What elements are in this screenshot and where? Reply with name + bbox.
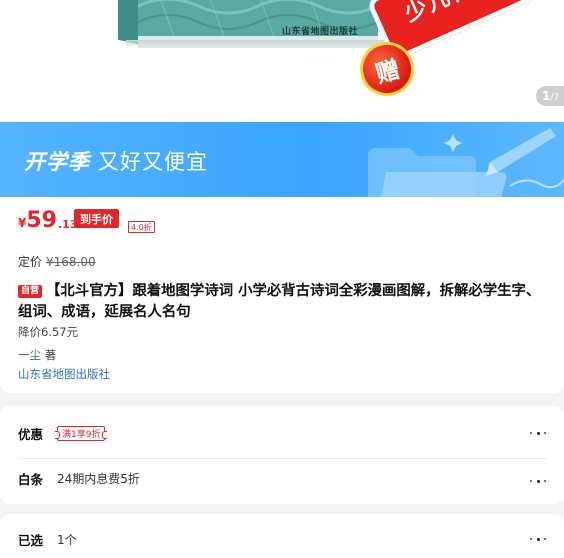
more-icon[interactable] — [530, 533, 546, 545]
list-price-label: 定价 — [18, 255, 43, 269]
selected-spec-card: 已选 1个 — [0, 514, 564, 558]
book-shadow — [126, 40, 388, 48]
promo-row-label: 优惠 — [18, 426, 44, 442]
author-line: 一尘 著 — [18, 347, 56, 363]
product-info-card: ¥ 59 .13 到手价 4.0折 定价 ¥168.00 自营 【北斗官方】跟着地图… — [0, 197, 564, 393]
more-icon[interactable] — [530, 475, 546, 487]
self-operated-badge: 自营 — [18, 285, 43, 298]
book-box-side — [118, 0, 138, 44]
image-counter: 1 /7 — [536, 86, 564, 106]
selected-row-label: 已选 — [18, 532, 44, 548]
baitiao-row[interactable]: 白条 24期内息费5折 — [18, 468, 546, 488]
image-counter-total: /7 — [550, 92, 560, 103]
image-counter-current: 1 — [542, 89, 551, 103]
selected-row[interactable]: 已选 1个 — [18, 529, 546, 549]
book-publisher-strip: 山东省地图出版社 — [282, 27, 359, 37]
product-image-carousel[interactable]: 山东省地图出版社 少儿百方图 赠 1 /7 — [0, 0, 564, 122]
coupon-badge: 满1享9折 — [54, 425, 108, 441]
gift-seal-text: 赠 — [372, 54, 404, 89]
selected-row-value: 1个 — [57, 532, 77, 547]
price-currency: ¥ — [18, 216, 27, 230]
row-divider — [18, 458, 546, 459]
product-title: 自营 【北斗官方】跟着地图学诗词 小学必背古诗词全彩漫画图解，拆解必学生字、组词、… — [18, 281, 554, 323]
promo-row[interactable]: 优惠 满1享9折 — [18, 423, 546, 443]
author-link[interactable]: 一尘 — [18, 348, 41, 362]
baitiao-row-label: 白条 — [18, 471, 44, 487]
promo-title: 开学季 又好又便宜 — [24, 146, 208, 176]
promotions-card: 优惠 满1享9折 白条 24期内息费5折 — [0, 406, 564, 504]
more-icon[interactable] — [530, 427, 546, 439]
final-price-tag: 到手价 — [74, 209, 119, 228]
gift-promo-sticker: 少儿百方图 赠 — [353, 0, 564, 103]
price-drop-note: 降价6.57元 — [18, 325, 79, 339]
final-price: ¥ 59 .13 — [18, 207, 77, 233]
promo-title-rest: 又好又便宜 — [98, 150, 208, 174]
discount-badge: 4.0折 — [128, 221, 155, 233]
list-price-value: ¥168.00 — [46, 255, 96, 269]
publisher-link[interactable]: 山东省地图出版社 — [18, 366, 110, 382]
price-integer: 59 — [26, 208, 57, 233]
folder-pen-illustration — [368, 128, 564, 197]
product-title-text: 【北斗官方】跟着地图学诗词 小学必背古诗词全彩漫画图解，拆解必学生字、组词、成语… — [18, 283, 541, 320]
baitiao-row-value: 24期内息费5折 — [57, 471, 140, 486]
promo-banner[interactable]: 开学季 又好又便宜 — [0, 122, 564, 197]
author-suffix: 著 — [41, 348, 57, 362]
promo-title-bold: 开学季 — [24, 150, 90, 174]
list-price: 定价 ¥168.00 — [18, 253, 96, 270]
